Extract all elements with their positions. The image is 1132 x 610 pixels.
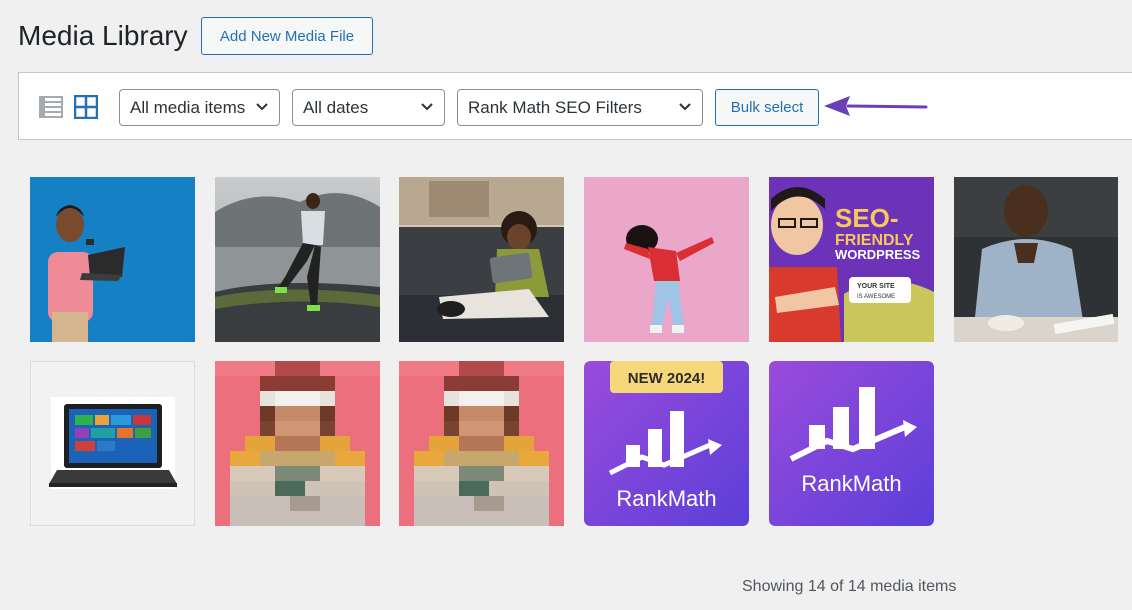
annotation-arrow-icon xyxy=(824,96,928,116)
chevron-down-icon xyxy=(256,103,268,111)
media-library-page: Media Library Add New Media File All med… xyxy=(0,0,1132,610)
chevron-down-icon xyxy=(679,103,691,111)
media-item-dancing-woman[interactable] xyxy=(584,177,749,342)
media-item-pixelated-person-2[interactable] xyxy=(399,361,564,526)
laptop-image xyxy=(31,362,194,525)
page-title: Media Library xyxy=(18,20,188,51)
media-item-runner[interactable] xyxy=(215,177,380,342)
grid-view-icon[interactable] xyxy=(73,94,99,120)
pixelated-person-image-1 xyxy=(215,361,380,526)
boy-with-tablet-image xyxy=(399,177,564,342)
man-at-desk-image xyxy=(954,177,1118,342)
media-item-man-with-laptop[interactable] xyxy=(30,177,195,342)
seo-badge-line-1: YOUR SITE xyxy=(857,283,895,290)
date-filter-value: All dates xyxy=(303,97,369,117)
media-item-man-at-desk[interactable] xyxy=(954,177,1118,342)
seo-friendly-wordpress-image: SEO- FRIENDLY WORDPRESS YOUR SITE IS AWE… xyxy=(769,177,934,342)
seo-badge-line-2: IS AWESOME xyxy=(857,294,895,300)
media-item-laptop[interactable] xyxy=(30,361,195,526)
list-view-icon[interactable] xyxy=(39,95,63,119)
date-filter[interactable]: All dates xyxy=(292,89,445,126)
rank-math-seo-filter-value: Rank Math SEO Filters xyxy=(468,97,642,117)
media-toolbar: All media items All dates Rank Math SEO … xyxy=(18,72,1132,140)
runner-image xyxy=(215,177,380,342)
seo-line-1: SEO- xyxy=(835,203,899,233)
media-item-rankmath-new-2024[interactable]: NEW 2024! RankMath xyxy=(584,361,749,526)
media-count-status: Showing 14 of 14 media items xyxy=(742,578,957,595)
media-item-boy-with-tablet[interactable] xyxy=(399,177,564,342)
man-with-laptop-image xyxy=(30,177,195,342)
chevron-down-icon xyxy=(421,103,433,111)
rankmath-logo-image: RankMath xyxy=(769,361,934,526)
media-type-filter[interactable]: All media items xyxy=(119,89,280,126)
bulk-select-button[interactable]: Bulk select xyxy=(715,89,819,126)
pixelated-person-image-2 xyxy=(399,361,564,526)
add-new-media-button[interactable]: Add New Media File xyxy=(201,17,373,55)
new-2024-badge: NEW 2024! xyxy=(628,370,706,387)
rank-math-seo-filter[interactable]: Rank Math SEO Filters xyxy=(457,89,703,126)
rankmath-brand-2: RankMath xyxy=(801,471,901,496)
media-type-filter-value: All media items xyxy=(130,97,246,117)
dancing-woman-image xyxy=(584,177,749,342)
seo-line-3: WORDPRESS xyxy=(835,247,921,262)
media-item-pixelated-person-1[interactable] xyxy=(215,361,380,526)
media-item-seo-friendly-wordpress[interactable]: SEO- FRIENDLY WORDPRESS YOUR SITE IS AWE… xyxy=(769,177,934,342)
media-item-rankmath-logo[interactable]: RankMath xyxy=(769,361,934,526)
rankmath-new-2024-image: NEW 2024! RankMath xyxy=(584,361,749,526)
rankmath-brand-1: RankMath xyxy=(616,486,716,511)
